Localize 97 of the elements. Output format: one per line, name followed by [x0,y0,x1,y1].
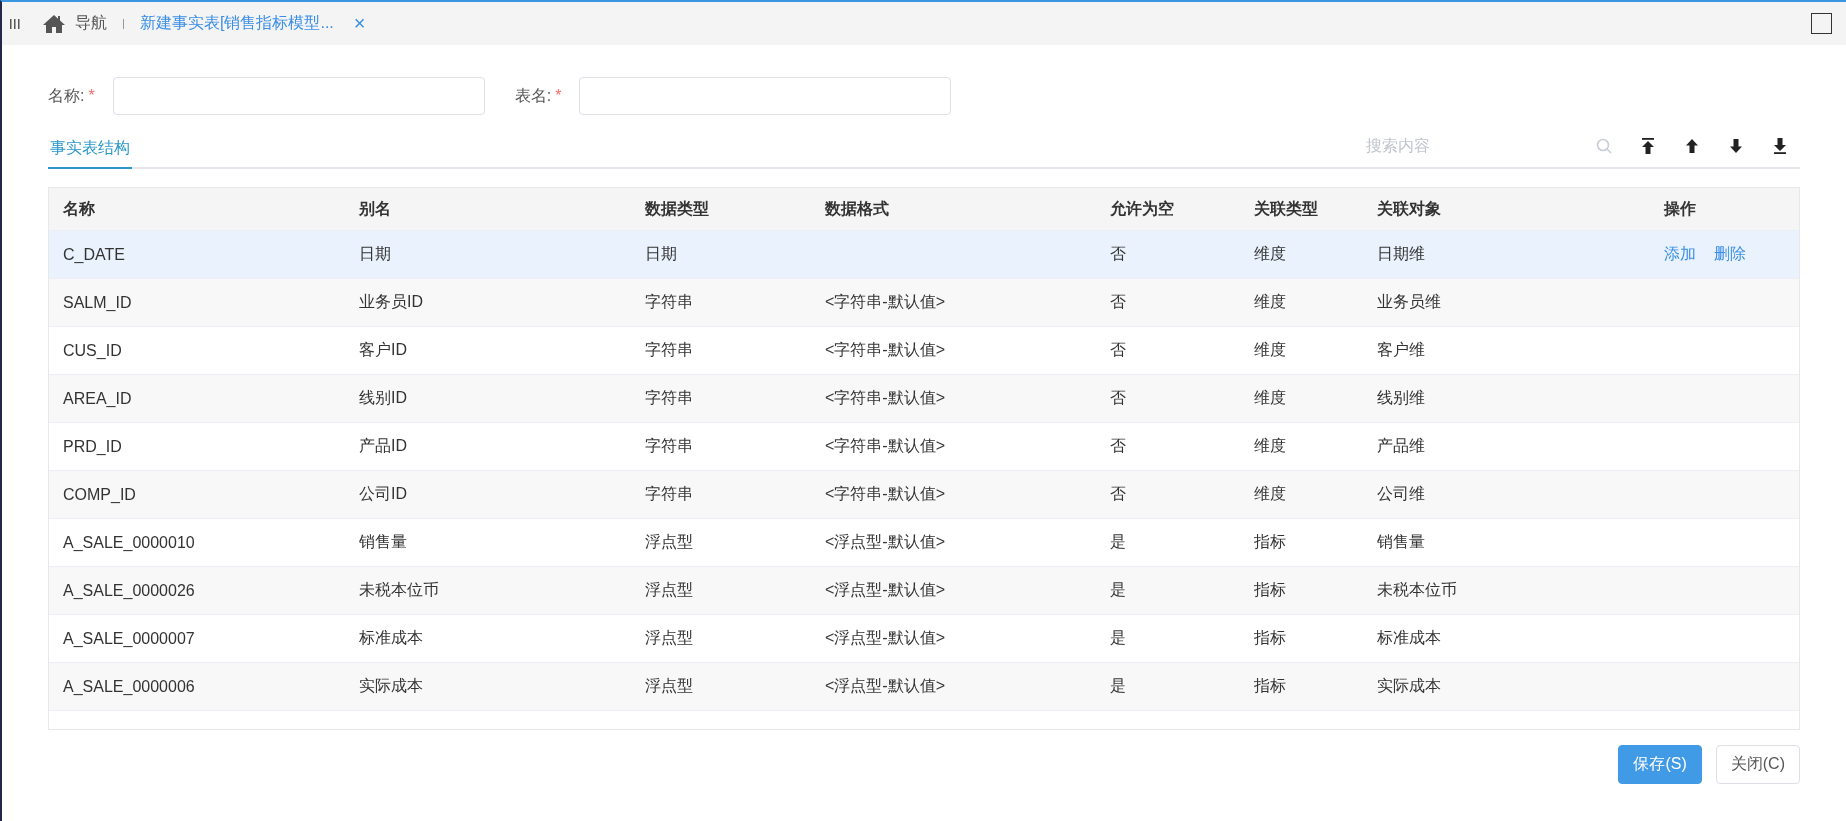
table-cell: 指标 [1254,581,1286,598]
table-cell: 销售量 [1377,533,1425,550]
table-row[interactable]: A_SALE_0000026 未税本位币 浮点型 <浮点型-默认值> 是 指标 未税本位币 [49,567,1799,615]
table-cell: 线别ID [359,389,407,406]
table-cell: 浮点型 [645,533,693,550]
column-header: 别名 [358,198,392,219]
table-cell: 维度 [1254,341,1286,358]
table-cell: <浮点型-默认值> [825,677,945,694]
move-to-bottom-icon[interactable] [1772,138,1788,154]
arrow-down-icon[interactable] [1728,138,1744,154]
move-to-top-icon[interactable] [1640,138,1656,154]
table-cell: 维度 [1254,485,1286,502]
table-cell: 产品ID [359,437,407,454]
table-cell: 未税本位币 [359,581,439,598]
table-cell: 否 [1110,437,1126,454]
table-cell: 指标 [1254,533,1286,550]
table-cell: 否 [1110,245,1126,262]
table-row[interactable]: COMP_ID 公司ID 字符串 <字符串-默认值> 否 维度 公司维 [49,471,1799,519]
required-mark: * [555,87,562,105]
table-cell: 维度 [1254,245,1286,262]
table-cell: 指标 [1254,629,1286,646]
table-cell: A_SALE_0000006 [63,677,195,695]
navigation-tab[interactable]: 导航 [75,13,107,34]
table-cell: 维度 [1254,293,1286,310]
table-cell: <字符串-默认值> [825,485,945,502]
required-mark: * [88,87,95,105]
column-header: 数据格式 [824,198,890,219]
table-cell: 是 [1110,677,1126,694]
table-cell: 业务员ID [359,293,423,310]
table-row[interactable]: SALM_ID 业务员ID 字符串 <字符串-默认值> 否 维度 业务员维 [49,279,1799,327]
field-label: 名称: [48,85,85,106]
table-cell: 日期维 [1377,245,1425,262]
table-cell: 否 [1110,485,1126,502]
maximize-icon[interactable] [1811,13,1832,34]
table-cell: COMP_ID [63,485,136,503]
table-cell: 指标 [1254,677,1286,694]
table-cell: 标准成本 [359,629,423,646]
table-cell: <浮点型-默认值> [825,533,945,550]
table-cell: 业务员维 [1377,293,1441,310]
table-row[interactable]: AREA_ID 线别ID 字符串 <字符串-默认值> 否 维度 线别维 [49,375,1799,423]
table-cell: <字符串-默认值> [825,293,945,310]
input-field[interactable] [112,77,485,115]
column-header: 数据类型 [644,198,710,219]
table-cell: 日期 [359,245,391,262]
table-cell: <字符串-默认值> [825,437,945,454]
table-cell: <字符串-默认值> [825,389,945,406]
table-cell: 是 [1110,581,1126,598]
table-cell: 浮点型 [645,677,693,694]
table-cell: <浮点型-默认值> [825,629,945,646]
table-cell: 维度 [1254,389,1286,406]
table-cell: 线别维 [1377,389,1425,406]
column-header: 关联对象 [1376,198,1442,219]
table-cell: PRD_ID [63,437,122,455]
column-header: 操作 [1662,198,1697,219]
table-cell: 浮点型 [645,581,693,598]
table-cell: A_SALE_0000010 [63,533,195,551]
table-cell: AREA_ID [63,389,132,407]
table-cell: 维度 [1254,437,1286,454]
table-cell: 字符串 [645,485,693,502]
home-icon[interactable] [42,13,66,34]
table-cell: 字符串 [645,293,693,310]
table-cell: <浮点型-默认值> [825,581,945,598]
arrow-up-icon[interactable] [1684,138,1700,154]
table-cell: 标准成本 [1377,629,1441,646]
table-cell: 字符串 [645,341,693,358]
table-cell: 字符串 [645,389,693,406]
table-cell: 产品维 [1377,437,1425,454]
column-header: 名称 [62,198,96,219]
table-cell: 客户ID [359,341,407,358]
table-cell: <字符串-默认值> [825,341,945,358]
table-cell: 是 [1110,533,1126,550]
close-button[interactable]: 关闭(C) [1715,745,1800,784]
table-cell: 公司ID [359,485,407,502]
table-cell: 否 [1110,389,1126,406]
table-cell: C_DATE [63,245,125,263]
table-cell: 客户维 [1377,341,1425,358]
table-cell: 字符串 [645,437,693,454]
table-cell: 未税本位币 [1377,581,1457,598]
table-cell: 实际成本 [1377,677,1441,694]
field-label: 表名: [514,85,552,106]
table-cell: 日期 [645,245,677,262]
table-cell: 销售量 [359,533,407,550]
table-row[interactable]: A_SALE_0000006 实际成本 浮点型 <浮点型-默认值> 是 指标 实际成本 [49,663,1799,711]
table-cell: 浮点型 [645,629,693,646]
table-cell: 公司维 [1377,485,1425,502]
menu-icon[interactable] [10,18,20,29]
input-field[interactable] [579,77,952,115]
table-cell: 实际成本 [359,677,423,694]
table-cell: A_SALE_0000007 [63,629,195,647]
column-header: 关联类型 [1253,198,1319,219]
table-cell: 否 [1110,341,1126,358]
column-header: 允许为空 [1109,198,1175,219]
table-cell: 是 [1110,629,1126,646]
table-cell: A_SALE_0000026 [63,581,195,599]
table-cell: 否 [1110,293,1126,310]
table-cell: CUS_ID [63,341,122,359]
table-cell: SALM_ID [63,293,132,311]
